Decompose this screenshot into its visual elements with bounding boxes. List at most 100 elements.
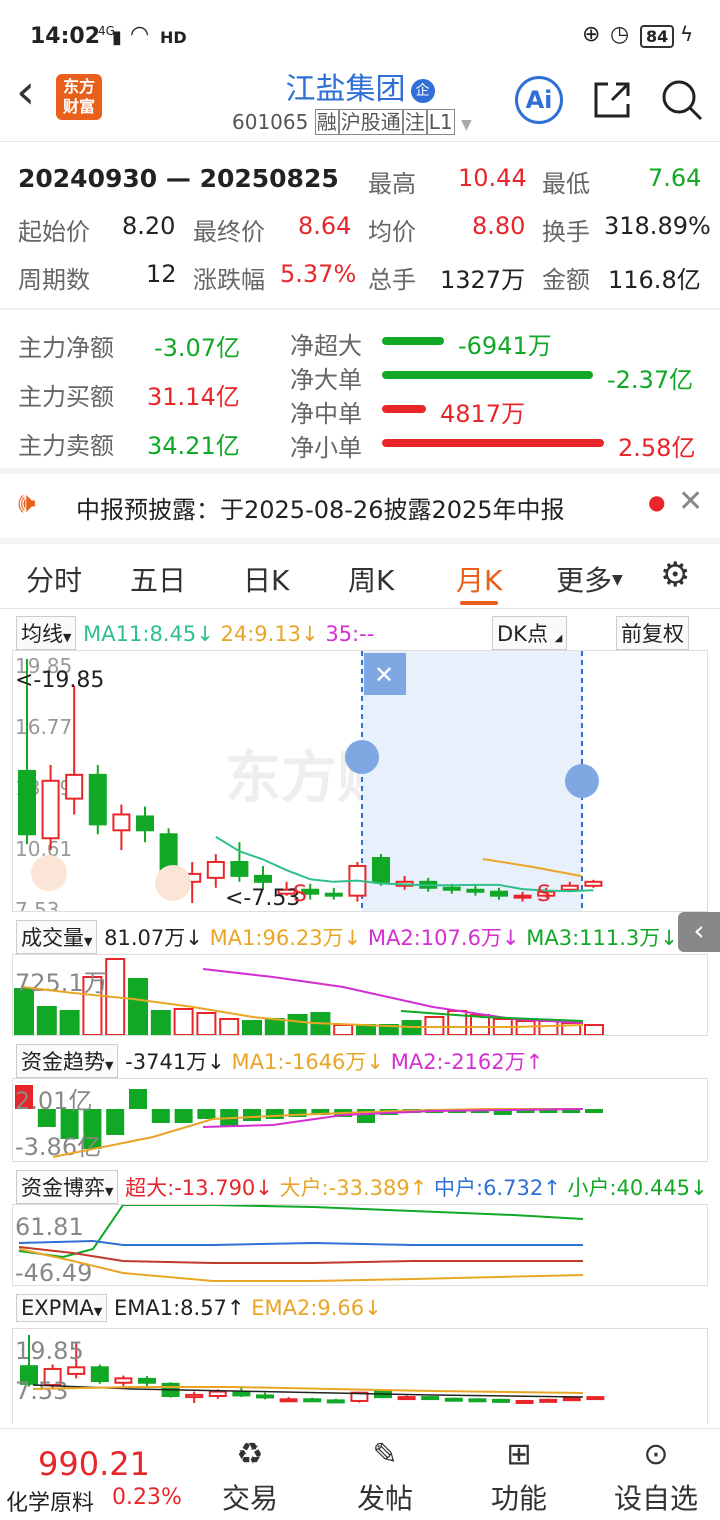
- avg-label: 均价: [368, 218, 416, 246]
- post-button[interactable]: ✎ 发帖: [340, 1433, 430, 1517]
- more-dots-icon: ⊙: [643, 1437, 669, 1472]
- range-end-handle-icon: [565, 764, 599, 798]
- volume-bar: [173, 1008, 194, 1036]
- volume-bar: [59, 1010, 80, 1036]
- expma-candle-body: [303, 1398, 322, 1403]
- stock-tags[interactable]: 601065 融沪股通注 L1 ▼: [232, 106, 472, 135]
- candle-body: [18, 769, 36, 836]
- buy-label: 主力买额: [18, 383, 114, 411]
- tab-daily[interactable]: 日K: [243, 559, 289, 599]
- charging-icon: ϟ: [680, 22, 694, 46]
- tab-intraday[interactable]: 分时: [26, 559, 82, 599]
- expma-candle-body: [90, 1366, 109, 1383]
- expma-ema1: EMA1:8.57↑: [113, 1296, 245, 1320]
- fund-game-selector-label: 资金博弈: [21, 1176, 105, 1200]
- amount-value: 116.8亿: [608, 266, 701, 294]
- edit-icon: ✎: [372, 1437, 398, 1472]
- low-value: 7.64: [648, 164, 702, 192]
- expma-selector[interactable]: EXPMA▼: [16, 1294, 108, 1322]
- kline-panel[interactable]: 东方财富✕19.8516.7713.6910.617.53<-19.85<-7.…: [12, 650, 708, 922]
- adjust-button[interactable]: 前复权: [616, 616, 689, 650]
- bottom-bar: 990.21 化学原料 0.23% ♻ 交易 ✎ 发帖 ⊞ 功能 ⊙ 设自选: [0, 1428, 720, 1520]
- fund-trend-bar: [265, 1109, 284, 1119]
- expma-candle-body: [326, 1399, 345, 1404]
- ma-selector-label: 均线: [21, 622, 63, 646]
- battery-icon: 84: [640, 25, 675, 48]
- fund-game-chart: 61.81-46.49: [15, 1204, 584, 1287]
- tab-more-label: 更多: [556, 564, 613, 597]
- small-holder-line: [18, 1204, 584, 1259]
- fund-game-super: 超大:-13.790↓: [125, 1176, 273, 1200]
- function-button[interactable]: ⊞ 功能: [474, 1433, 564, 1517]
- trade-button[interactable]: ♻ 交易: [205, 1433, 295, 1517]
- expma-y-bottom: 7.53: [15, 1377, 68, 1405]
- period-tabs: 分时 五日 日K 周K 月K 更多▼ ⚙: [0, 545, 720, 609]
- share-icon[interactable]: [590, 78, 634, 122]
- index-name: 化学原料: [6, 1491, 95, 1516]
- expma-selector-label: EXPMA: [21, 1296, 94, 1320]
- set-watchlist-button[interactable]: ⊙ 设自选: [606, 1433, 706, 1517]
- expma-candle-body: [256, 1394, 274, 1399]
- volume-bar: [287, 1014, 308, 1036]
- low-label: 最低: [542, 170, 590, 198]
- close-value: 8.64: [298, 212, 352, 240]
- candle-body: [65, 773, 84, 800]
- notice-bar[interactable]: 🕪 中报预披露：于2025-08-26披露2025年中报 ● ✕: [0, 474, 720, 538]
- tab-five-day[interactable]: 五日: [130, 559, 186, 599]
- dropdown-icon: ▼: [460, 117, 472, 133]
- volume-value: 81.07万↓: [104, 926, 203, 950]
- fund-game-panel[interactable]: 61.81 -46.49: [12, 1204, 708, 1287]
- ma-selector[interactable]: 均线▼: [16, 616, 77, 650]
- notice-text: 中报预披露：于2025-08-26披露2025年中报: [76, 496, 565, 524]
- signal-icon: ▮: [112, 27, 122, 48]
- fund-trend-bar: [197, 1109, 216, 1119]
- candle-body: [560, 884, 579, 891]
- volume-indicator-bar: 成交量▼ 81.07万↓ MA1:96.23万↓ MA2:107.6万↓ MA3…: [16, 920, 678, 954]
- expand-icon: [155, 865, 191, 901]
- period-range: 20240930 — 20250825: [18, 164, 339, 193]
- candle-body: [584, 880, 603, 887]
- grid-icon: ⊞: [506, 1437, 532, 1472]
- volume-panel[interactable]: 725.1万: [12, 954, 708, 1036]
- volume-bar: [538, 1020, 559, 1036]
- expma-panel[interactable]: 19.85 7.53: [12, 1328, 708, 1424]
- fund-trend-bar: [243, 1109, 261, 1121]
- volume-bar: [196, 1012, 217, 1036]
- settings-gear-icon[interactable]: ⚙: [660, 555, 690, 595]
- index-block[interactable]: 990.21 化学原料 0.23%: [0, 1429, 190, 1520]
- status-bar: 14:02 4G ▮ ◠ HD ⊕ ◷ 84 ϟ: [0, 0, 720, 60]
- tab-more[interactable]: 更多▼: [556, 559, 623, 599]
- dk-button[interactable]: DK点 ◢: [492, 616, 568, 650]
- volume-selector[interactable]: 成交量▼: [16, 920, 98, 954]
- collapse-panel-button[interactable]: ‹: [678, 912, 720, 952]
- volume-ma2: MA2:107.6万↓: [367, 926, 520, 950]
- fund-trend-bar: [106, 1109, 125, 1135]
- candle-body: [41, 779, 60, 840]
- tab-weekly[interactable]: 周K: [348, 559, 394, 599]
- flow-bar: [382, 337, 444, 345]
- flow-bar: [382, 405, 426, 413]
- expma-candle-body: [67, 1366, 86, 1375]
- fund-game-small: 小户:40.445↓: [567, 1176, 708, 1200]
- selector-caret-icon: ▼: [93, 1305, 103, 1318]
- search-icon[interactable]: [660, 78, 704, 122]
- tab-monthly[interactable]: 月K: [456, 559, 502, 599]
- fund-game-selector[interactable]: 资金博弈▼: [16, 1170, 119, 1204]
- flow-bar: [382, 371, 593, 379]
- fund-trend-selector[interactable]: 资金趋势▼: [16, 1044, 119, 1078]
- turnover-value: 318.89%: [604, 212, 711, 240]
- volume-value: 1327万: [440, 266, 526, 294]
- expma-candle-body: [185, 1393, 204, 1399]
- fund-trend-panel[interactable]: 2.01亿 -3.86亿: [12, 1078, 708, 1162]
- speaker-icon: 🕪: [18, 486, 36, 519]
- sell-signal-icon: S: [537, 882, 551, 907]
- dk-label: DK点: [497, 622, 548, 646]
- volume-label: 总手: [368, 266, 416, 294]
- ai-button[interactable]: Ai: [515, 76, 563, 124]
- expma-candle-body: [114, 1377, 133, 1384]
- close-icon[interactable]: ✕: [678, 484, 703, 519]
- kline-chart[interactable]: 东方财富✕19.8516.7713.6910.617.53<-19.85<-7.…: [13, 651, 707, 922]
- fund-trend-ma1: MA1:-1646万↓: [231, 1050, 385, 1074]
- fund-trend-indicator-bar: 资金趋势▼ -3741万↓ MA1:-1646万↓ MA2:-2162万↑: [16, 1044, 543, 1078]
- candle-body: [466, 888, 485, 893]
